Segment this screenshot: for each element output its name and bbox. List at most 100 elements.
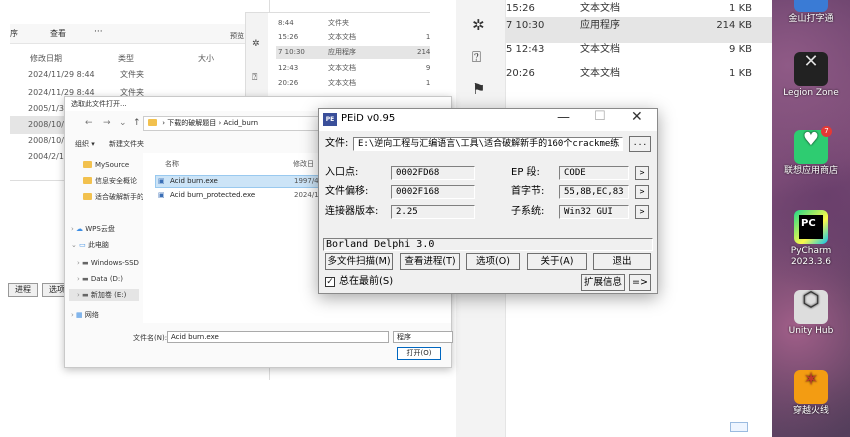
nav-item-data-d[interactable]: › ▬ Data (D:) bbox=[77, 273, 123, 285]
drive-icon: ▬ bbox=[82, 275, 91, 283]
options-button[interactable]: 选项(O) bbox=[466, 253, 520, 270]
ep-section-field[interactable]: CODE bbox=[559, 166, 629, 180]
nav-item-label: Windows-SSD bbox=[90, 259, 139, 267]
desktop-icon-legion-zone[interactable]: ✕ Legion Zone bbox=[772, 52, 850, 99]
item-time: 20:26 bbox=[278, 79, 299, 87]
network-icon: ▦ bbox=[76, 311, 85, 319]
bg-task-viewer-button[interactable]: 进程 bbox=[8, 283, 38, 297]
column-header-size[interactable]: 大小 bbox=[198, 53, 214, 64]
multi-scan-button[interactable]: 多文件扫描(M) bbox=[325, 253, 393, 270]
ep-section-arrow-button[interactable]: > bbox=[635, 166, 649, 180]
feedback-icon[interactable]: ⚑ bbox=[472, 80, 485, 98]
organize-button[interactable]: 组织 ▾ bbox=[75, 139, 95, 149]
peid-app-icon: PE bbox=[323, 113, 337, 126]
desktop-icon-jinshan-typing[interactable]: 金山打字通 bbox=[772, 0, 850, 25]
file-offset-field[interactable]: 0002F168 bbox=[391, 185, 475, 199]
file-offset-label: 文件偏移: bbox=[325, 186, 369, 197]
file-name: Acid burn_protected.exe bbox=[170, 191, 256, 199]
list-item[interactable]: 7 10:30应用程序214 KB bbox=[276, 46, 446, 59]
dropdown-arrow-icon[interactable]: ⌄ bbox=[119, 118, 127, 128]
folder-icon bbox=[83, 193, 92, 200]
stay-on-top-checkbox[interactable]: ✓ bbox=[325, 277, 335, 287]
list-item[interactable]: 20:26文本文档1 KB bbox=[276, 77, 446, 90]
chevron-down-icon: ⌄ bbox=[71, 241, 80, 249]
entry-point-field[interactable]: 0002FD68 bbox=[391, 166, 475, 180]
view-button[interactable]: 查看 bbox=[50, 28, 66, 39]
linker-version-field[interactable]: 2.25 bbox=[391, 205, 475, 219]
list-item[interactable]: 5 12:43 文本文档 9 KB bbox=[506, 41, 772, 67]
subsystem-field[interactable]: Win32 GUI bbox=[559, 205, 629, 219]
nav-item-crackme[interactable]: 适合破解新手的 bbox=[83, 191, 144, 203]
exe-icon: ▣ bbox=[158, 191, 165, 199]
list-item[interactable]: 2024/11/29 8:44 文件夹 bbox=[10, 66, 270, 84]
first-bytes-label: 首字节: bbox=[511, 186, 545, 197]
item-time: 8:44 bbox=[278, 19, 294, 27]
item-size: 1 KB bbox=[729, 68, 752, 79]
extensions-button[interactable]: 扩展信息 bbox=[581, 274, 625, 291]
nav-item-label: 此电脑 bbox=[87, 241, 109, 249]
column-header-date[interactable]: 修改日期 bbox=[30, 53, 62, 64]
nav-item-label: 新加卷 (E:) bbox=[90, 291, 127, 299]
minimize-icon[interactable]: — bbox=[557, 110, 570, 125]
subsystem-arrow-button[interactable]: > bbox=[635, 205, 649, 219]
breadcrumb-item[interactable]: 下载的破解题目 bbox=[167, 119, 216, 127]
breadcrumb[interactable]: › 下载的破解题目 › Acid_burn bbox=[143, 116, 323, 131]
desktop-icon-crossfire[interactable]: ✶ 穿越火线 bbox=[772, 370, 850, 417]
forward-arrow-icon[interactable]: → bbox=[103, 118, 111, 128]
nav-item-this-pc[interactable]: ⌄ ▭ 此电脑 bbox=[71, 239, 109, 251]
filename-input[interactable]: Acid burn.exe bbox=[167, 331, 389, 343]
exit-button[interactable]: 退出 bbox=[593, 253, 651, 270]
up-arrow-icon[interactable]: ↑ bbox=[133, 118, 141, 128]
file-type-select[interactable]: 程序 bbox=[393, 331, 453, 343]
task-viewer-button[interactable]: 查看进程(T) bbox=[400, 253, 460, 270]
item-time: 7 10:30 bbox=[278, 48, 305, 56]
folder-icon bbox=[148, 119, 157, 126]
help-icon[interactable]: ⍰ bbox=[472, 48, 481, 66]
first-bytes-field[interactable]: 55,8B,EC,83 bbox=[559, 185, 629, 199]
item-size: 9 KB bbox=[729, 44, 752, 55]
list-item[interactable]: 20:26文本文档1 KB bbox=[506, 65, 772, 91]
breadcrumb-item[interactable]: Acid_burn bbox=[224, 119, 258, 127]
more-options-button[interactable]: ··· bbox=[94, 27, 103, 37]
nav-item-volume-e[interactable]: › ▬ 新加卷 (E:) bbox=[69, 289, 139, 301]
first-bytes-arrow-button[interactable]: > bbox=[635, 185, 649, 199]
nav-item-windows-ssd[interactable]: › ▬ Windows-SSD bbox=[77, 257, 139, 269]
tools-icon[interactable]: ✲ bbox=[472, 16, 485, 34]
column-header-type[interactable]: 类型 bbox=[118, 53, 134, 64]
browse-button[interactable]: ... bbox=[629, 136, 651, 152]
desktop-icon-lenovo-store[interactable]: ♥ 7 联想应用商店 bbox=[772, 126, 850, 177]
nav-item-security[interactable]: 信息安全概论 bbox=[83, 175, 137, 187]
folder-icon bbox=[83, 161, 92, 168]
sort-button[interactable]: 序 bbox=[10, 28, 18, 39]
nav-item-label: 信息安全概论 bbox=[95, 177, 137, 185]
list-item[interactable]: 15:26文本文档1 KB bbox=[276, 31, 446, 44]
back-arrow-icon[interactable]: ← bbox=[85, 118, 93, 128]
nav-item-network[interactable]: › ▦ 网络 bbox=[71, 309, 99, 321]
column-header-name[interactable]: 名称 bbox=[165, 159, 179, 169]
list-item[interactable]: 12:43文本文档9 KB bbox=[276, 62, 446, 75]
item-type: 应用程序 bbox=[580, 20, 620, 31]
preview-button[interactable]: 预览 bbox=[230, 31, 244, 41]
item-date: 2024/11/29 8:44 bbox=[28, 70, 95, 79]
close-icon[interactable]: ✕ bbox=[631, 109, 643, 125]
column-header-date[interactable]: 修改日 bbox=[293, 159, 314, 169]
about-button[interactable]: 关于(A) bbox=[527, 253, 587, 270]
maximize-icon[interactable]: ☐ bbox=[594, 109, 606, 124]
file-path-field[interactable]: E:\逆向工程与汇编语言\工具\适合破解新手的160个crackme练 bbox=[353, 137, 623, 151]
desktop-icon-pycharm[interactable]: PC PyCharm 2023.3.6 bbox=[772, 210, 850, 268]
list-item[interactable]: 7 10:30应用程序214 KB bbox=[506, 17, 772, 43]
new-folder-button[interactable]: 新建文件夹 bbox=[109, 139, 144, 149]
item-date: 2004/2/13 bbox=[28, 152, 70, 161]
view-toggle-button[interactable] bbox=[730, 422, 748, 432]
menu-button[interactable]: => bbox=[629, 274, 651, 291]
open-button[interactable]: 打开(O) bbox=[397, 347, 441, 360]
desktop-icon-label: 穿越火线 bbox=[792, 406, 829, 416]
list-item[interactable]: 8:44 文件夹 bbox=[276, 17, 446, 30]
desktop-icon-unity-hub[interactable]: ⬡ Unity Hub bbox=[772, 289, 850, 337]
nav-item-mysource[interactable]: MySource bbox=[83, 159, 129, 171]
settings-icon[interactable]: ✲ bbox=[252, 39, 260, 49]
typing-app-icon bbox=[794, 0, 828, 12]
help-icon[interactable]: ⍰ bbox=[252, 73, 257, 83]
nav-item-wps[interactable]: › ☁ WPS云盘 bbox=[71, 223, 115, 235]
file-name: Acid burn.exe bbox=[170, 177, 218, 185]
